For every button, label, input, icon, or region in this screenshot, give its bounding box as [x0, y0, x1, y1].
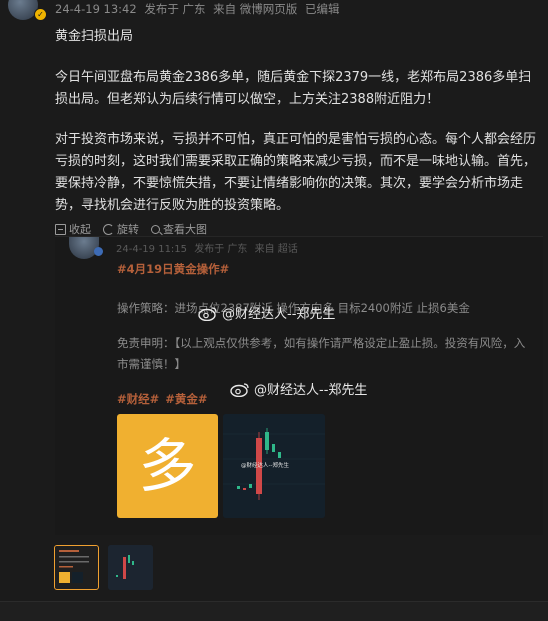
post-paragraph-1: 今日午间亚盘布局黄金2386多单，随后黄金下探2379一线，老郑布局2386多单…: [55, 70, 532, 107]
image-toolbar: 收起 旋转 查看大图: [55, 221, 207, 237]
watermark: @财经达人--郑先生: [198, 303, 335, 322]
view-large-button[interactable]: 查看大图: [151, 221, 207, 237]
preview-tag-finance: #财经#: [117, 392, 160, 406]
view-large-label: 查看大图: [163, 223, 207, 236]
thumbnail-2[interactable]: [108, 545, 153, 590]
post-meta: 24-4-19 13:42 发布于 广东 来自 微博网页版 已编辑: [55, 1, 343, 17]
preview-date: 24-4-19 11:15: [116, 244, 188, 255]
preview-meta: 24-4-19 11:15 发布于 广东 来自 超话: [116, 240, 302, 255]
weibo-logo-icon: [230, 382, 249, 397]
preview-tags: #财经# #黄金#: [117, 391, 214, 407]
thumbnail-1[interactable]: [54, 545, 99, 590]
post-source: 来自 微博网页版: [213, 2, 298, 16]
preview-disclaimer-line1: 免责申明：【以上观点仅供参考，如有操作请严格设定止盈止损。投资有风险，入: [117, 336, 526, 350]
verified-badge-icon: ✓: [34, 8, 47, 21]
post-paragraph-2: 对于投资市场来说，亏损并不可怕，真正可怕的是害怕亏损的心态。每个人都会经历亏损的…: [55, 132, 537, 213]
rotate-icon: [103, 223, 114, 235]
preview-tag-gold: #黄金#: [165, 392, 208, 406]
post-edited: 已编辑: [304, 2, 340, 16]
post-location: 发布于 广东: [144, 2, 206, 16]
watermark-text-2: @财经达人--郑先生: [254, 383, 368, 398]
card-char: 多: [138, 432, 197, 500]
chart-watermark: @财经达人--郑先生: [241, 461, 289, 469]
candlestick-image: @财经达人--郑先生: [223, 414, 325, 518]
thumbnail-1-image: [55, 546, 97, 588]
zoom-icon: [151, 224, 160, 234]
preview-disclaimer-line2: 市需谨慎！】: [117, 357, 186, 371]
preview-source: 来自 超话: [254, 244, 298, 255]
watermark-text: @财经达人--郑先生: [222, 307, 336, 322]
rotate-label: 旋转: [117, 223, 139, 236]
post-title: 黄金扫损出局: [55, 29, 134, 44]
collapse-label: 收起: [69, 223, 91, 236]
post-divider: [0, 601, 548, 621]
preview-tag-gold-ops: #4月19日黄金操作#: [117, 262, 230, 276]
weibo-logo-icon: [198, 306, 217, 321]
collapse-icon: [55, 223, 66, 235]
watermark-2: @财经达人--郑先生: [230, 379, 367, 398]
rotate-button[interactable]: 旋转: [103, 221, 139, 237]
thumbnail-2-image: [108, 545, 153, 590]
post-date[interactable]: 24-4-19 13:42: [55, 2, 137, 16]
preview-badge-icon: [94, 247, 103, 256]
collapse-button[interactable]: 收起: [55, 221, 91, 237]
image-card-chart[interactable]: @财经达人--郑先生: [223, 414, 325, 518]
preview-location: 发布于 广东: [194, 244, 248, 255]
image-card-duo[interactable]: 多: [117, 414, 218, 518]
